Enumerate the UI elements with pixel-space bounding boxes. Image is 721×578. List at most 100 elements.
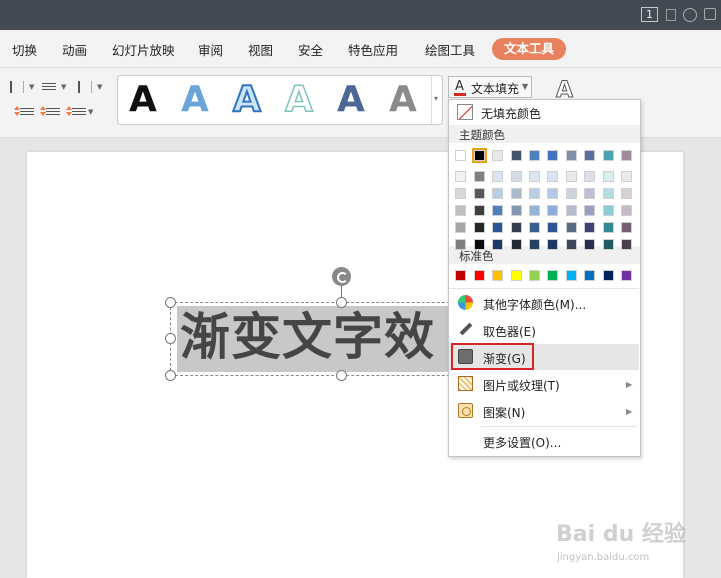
theme-shade-swatch[interactable] [474,171,485,182]
theme-shade-swatch[interactable] [511,171,522,182]
resize-handle[interactable] [165,370,176,381]
more-settings-option[interactable]: 更多设置(O)... [483,434,561,451]
paragraph-spacing-icon[interactable] [40,106,46,116]
theme-shade-swatch[interactable] [621,205,632,216]
sync-icon[interactable] [683,8,697,22]
theme-shade-swatch[interactable] [603,239,614,250]
theme-shade-swatch[interactable] [603,222,614,233]
theme-shade-swatch[interactable] [566,188,577,199]
theme-shade-swatch[interactable] [474,239,485,250]
theme-shade-swatch[interactable] [603,188,614,199]
chevron-down-icon[interactable]: ▼ [61,83,66,91]
theme-shade-swatch[interactable] [511,239,522,250]
theme-shade-swatch[interactable] [584,188,595,199]
standard-color-swatch[interactable] [492,270,503,281]
theme-shade-swatch[interactable] [474,188,485,199]
theme-shade-swatch[interactable] [584,205,595,216]
theme-shade-swatch[interactable] [529,239,540,250]
menu-drawing-tools[interactable]: 绘图工具 [425,40,475,59]
theme-shade-swatch[interactable] [547,188,558,199]
theme-shade-swatch[interactable] [566,205,577,216]
chevron-down-icon[interactable]: ▼ [522,82,528,91]
theme-color-swatch[interactable] [529,150,540,161]
spacing-options-icon[interactable] [66,106,72,116]
chevron-down-icon[interactable]: ▼ [88,108,93,116]
theme-shade-swatch[interactable] [547,171,558,182]
theme-shade-swatch[interactable] [492,188,503,199]
standard-color-swatch[interactable] [566,270,577,281]
standard-color-swatch[interactable] [547,270,558,281]
standard-color-swatch[interactable] [603,270,614,281]
style-teal-outline[interactable]: A [284,78,313,121]
style-black[interactable]: A [129,79,157,121]
resize-handle[interactable] [336,370,347,381]
style-gray[interactable]: A [389,79,417,121]
menu-view[interactable]: 视图 [248,40,273,59]
theme-shade-swatch[interactable] [621,188,632,199]
standard-color-swatch[interactable] [529,270,540,281]
theme-shade-swatch[interactable] [492,205,503,216]
vertical-text-icon[interactable] [78,81,92,93]
theme-shade-swatch[interactable] [511,222,522,233]
theme-color-swatch[interactable] [511,150,522,161]
slide-text[interactable]: 渐变文字效 [180,302,435,372]
theme-color-swatch[interactable] [621,150,632,161]
rotate-handle-icon[interactable] [332,267,351,286]
theme-color-swatch[interactable] [492,150,503,161]
menu-animation[interactable]: 动画 [62,40,87,59]
theme-shade-swatch[interactable] [621,222,632,233]
standard-color-swatch[interactable] [621,270,632,281]
theme-color-swatch[interactable] [603,150,614,161]
theme-shade-swatch[interactable] [455,239,466,250]
menu-text-tools[interactable]: 文本工具 [492,38,566,60]
pattern-option[interactable]: 图案(N) [483,404,525,421]
other-colors-option[interactable]: 其他字体颜色(M)... [483,296,586,313]
resize-handle[interactable] [165,297,176,308]
menu-review[interactable]: 审阅 [198,40,223,59]
theme-shade-swatch[interactable] [511,188,522,199]
theme-shade-swatch[interactable] [455,188,466,199]
eyedropper-option[interactable]: 取色器(E) [483,323,536,340]
style-light-blue[interactable]: A [181,79,209,121]
theme-shade-swatch[interactable] [455,205,466,216]
picture-texture-option[interactable]: 图片或纹理(T) [483,377,560,394]
theme-shade-swatch[interactable] [603,205,614,216]
menu-transition[interactable]: 切换 [12,40,37,59]
standard-color-swatch[interactable] [584,270,595,281]
theme-color-swatch[interactable] [547,150,558,161]
window-count-badge[interactable]: 1 [641,7,658,22]
menu-security[interactable]: 安全 [298,40,323,59]
share-icon[interactable] [704,8,716,20]
resize-handle[interactable] [165,333,176,344]
theme-shade-swatch[interactable] [547,205,558,216]
menu-slideshow[interactable]: 幻灯片放映 [112,40,175,59]
theme-shade-swatch[interactable] [566,239,577,250]
text-direction-icon[interactable] [10,81,24,93]
theme-shade-swatch[interactable] [474,222,485,233]
resize-handle[interactable] [336,297,347,308]
standard-color-swatch[interactable] [511,270,522,281]
theme-shade-swatch[interactable] [547,222,558,233]
gallery-scroll[interactable] [431,76,442,124]
theme-shade-swatch[interactable] [603,171,614,182]
theme-color-swatch[interactable] [584,150,595,161]
theme-shade-swatch[interactable] [455,171,466,182]
theme-shade-swatch[interactable] [529,222,540,233]
standard-color-swatch[interactable] [474,270,485,281]
no-fill-option[interactable]: 无填充颜色 [481,105,541,122]
theme-color-swatch[interactable] [455,150,466,161]
theme-shade-swatch[interactable] [529,188,540,199]
theme-shade-swatch[interactable] [566,171,577,182]
theme-shade-swatch[interactable] [621,171,632,182]
theme-shade-swatch[interactable] [547,239,558,250]
theme-shade-swatch[interactable] [584,239,595,250]
standard-color-swatch[interactable] [455,270,466,281]
document-icon[interactable] [666,9,676,21]
style-blue-outline[interactable]: A [232,78,262,121]
theme-shade-swatch[interactable] [584,222,595,233]
line-spacing-icon[interactable] [14,106,20,116]
theme-shade-swatch[interactable] [492,239,503,250]
chevron-down-icon[interactable]: ▼ [97,83,102,91]
theme-shade-swatch[interactable] [455,222,466,233]
theme-shade-swatch[interactable] [566,222,577,233]
